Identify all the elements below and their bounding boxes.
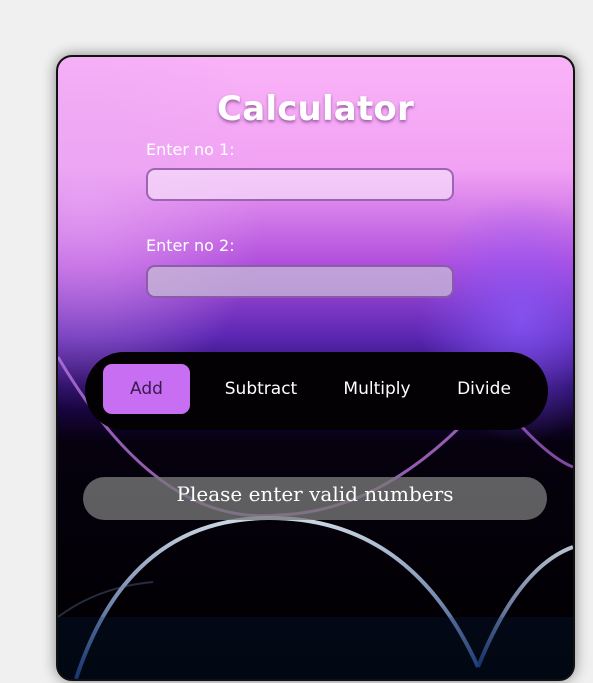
- result-display: Please enter valid numbers: [83, 477, 547, 520]
- page-title: Calculator: [217, 89, 414, 129]
- add-button[interactable]: Add: [103, 364, 190, 414]
- number-2-input[interactable]: [146, 265, 454, 298]
- divide-button[interactable]: Divide: [440, 364, 528, 414]
- number-2-label: Enter no 2:: [146, 236, 235, 255]
- calculator-card: Calculator Enter no 1: Enter no 2: Add S…: [56, 55, 575, 681]
- multiply-button[interactable]: Multiply: [321, 364, 433, 414]
- operation-bar: Add Subtract Multiply Divide: [85, 352, 548, 430]
- subtract-button[interactable]: Subtract: [206, 364, 316, 414]
- number-1-label: Enter no 1:: [146, 140, 235, 159]
- number-1-input[interactable]: [146, 168, 454, 201]
